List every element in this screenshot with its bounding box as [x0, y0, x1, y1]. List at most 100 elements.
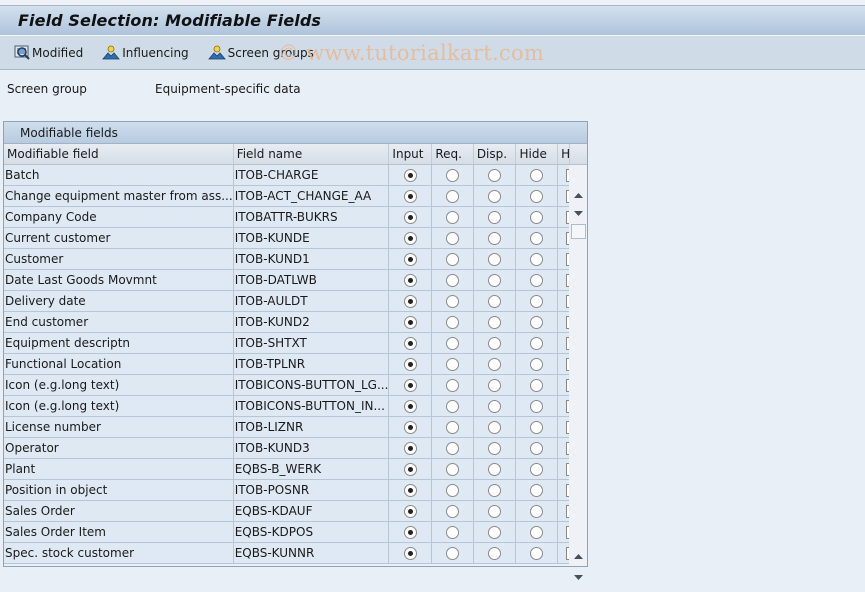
- field-name-cell[interactable]: ITOB-TPLNR: [233, 353, 390, 375]
- input-radio[interactable]: [403, 337, 417, 350]
- disp-radio[interactable]: [488, 295, 502, 308]
- hide-radio[interactable]: [530, 484, 544, 497]
- table-row[interactable]: Company Code ITOBATTR-BUKRS: [4, 206, 587, 228]
- hide-radio[interactable]: [530, 232, 544, 245]
- field-name-cell[interactable]: ITOB-ACT_CHANGE_AA: [233, 185, 390, 207]
- modifiable-field-cell[interactable]: Date Last Goods Movmnt: [4, 269, 234, 291]
- input-radio[interactable]: [403, 190, 417, 203]
- hide-radio[interactable]: [530, 379, 544, 392]
- field-name-cell[interactable]: ITOB-LIZNR: [233, 416, 390, 438]
- modifiable-field-cell[interactable]: Customer: [4, 248, 234, 270]
- hide-radio[interactable]: [530, 400, 544, 413]
- column-header-hide[interactable]: Hide: [515, 144, 559, 165]
- req-radio[interactable]: [446, 169, 460, 182]
- field-name-cell[interactable]: ITOB-KUND2: [233, 311, 390, 333]
- hide-radio[interactable]: [530, 274, 544, 287]
- modifiable-field-cell[interactable]: Operator: [4, 437, 234, 459]
- hide-radio[interactable]: [530, 316, 544, 329]
- req-radio[interactable]: [446, 190, 460, 203]
- field-name-cell[interactable]: ITOB-KUND3: [233, 437, 390, 459]
- disp-radio[interactable]: [488, 274, 502, 287]
- table-row[interactable]: Plant EQBS-B_WERK: [4, 458, 587, 480]
- hide-radio[interactable]: [530, 253, 544, 266]
- input-radio[interactable]: [403, 505, 417, 518]
- disp-radio[interactable]: [488, 400, 502, 413]
- field-name-cell[interactable]: EQBS-KUNNR: [233, 542, 390, 564]
- scroll-up-button[interactable]: [571, 549, 585, 563]
- scroll-up-page-button[interactable]: [571, 188, 585, 202]
- req-radio[interactable]: [446, 232, 460, 245]
- table-row[interactable]: Change equipment master from ass... ITOB-…: [4, 185, 587, 207]
- table-row[interactable]: Operator ITOB-KUND3: [4, 437, 587, 459]
- table-row[interactable]: Date Last Goods Movmnt ITOB-DATLWB: [4, 269, 587, 291]
- req-radio[interactable]: [446, 316, 460, 329]
- modifiable-field-cell[interactable]: Spec. stock customer: [4, 542, 234, 564]
- modifiable-field-cell[interactable]: Icon (e.g.long text): [4, 395, 234, 417]
- modifiable-field-cell[interactable]: Plant: [4, 458, 234, 480]
- req-radio[interactable]: [446, 295, 460, 308]
- disp-radio[interactable]: [488, 211, 502, 224]
- vertical-scrollbar[interactable]: [569, 144, 587, 580]
- field-name-cell[interactable]: ITOB-KUNDE: [233, 227, 390, 249]
- column-header-req[interactable]: Req.: [431, 144, 474, 165]
- input-radio[interactable]: [403, 274, 417, 287]
- req-radio[interactable]: [446, 274, 460, 287]
- req-radio[interactable]: [446, 337, 460, 350]
- disp-radio[interactable]: [488, 358, 502, 371]
- req-radio[interactable]: [446, 547, 460, 560]
- column-header-field-name[interactable]: Field name: [233, 144, 390, 165]
- table-row[interactable]: Functional Location ITOB-TPLNR: [4, 353, 587, 375]
- modifiable-field-cell[interactable]: Current customer: [4, 227, 234, 249]
- column-header-input[interactable]: Input: [388, 144, 433, 165]
- column-settings-button[interactable]: [569, 144, 587, 165]
- input-radio[interactable]: [403, 526, 417, 539]
- modifiable-field-cell[interactable]: Sales Order Item: [4, 521, 234, 543]
- hide-radio[interactable]: [530, 190, 544, 203]
- table-row[interactable]: Sales Order EQBS-KDAUF: [4, 500, 587, 522]
- field-name-cell[interactable]: ITOB-POSNR: [233, 479, 390, 501]
- req-radio[interactable]: [446, 211, 460, 224]
- disp-radio[interactable]: [488, 190, 502, 203]
- disp-radio[interactable]: [488, 547, 502, 560]
- table-row[interactable]: Batch ITOB-CHARGE: [4, 164, 587, 186]
- influencing-button[interactable]: Influencing: [102, 45, 189, 60]
- input-radio[interactable]: [403, 421, 417, 434]
- disp-radio[interactable]: [488, 442, 502, 455]
- input-radio[interactable]: [403, 547, 417, 560]
- field-name-cell[interactable]: ITOBICONS-BUTTON_IN...: [233, 395, 390, 417]
- modifiable-field-cell[interactable]: Functional Location: [4, 353, 234, 375]
- field-name-cell[interactable]: EQBS-B_WERK: [233, 458, 390, 480]
- input-radio[interactable]: [403, 463, 417, 476]
- field-name-cell[interactable]: EQBS-KDAUF: [233, 500, 390, 522]
- modifiable-field-cell[interactable]: Batch: [4, 164, 234, 186]
- hide-radio[interactable]: [530, 421, 544, 434]
- disp-radio[interactable]: [488, 316, 502, 329]
- field-name-cell[interactable]: EQBS-KDPOS: [233, 521, 390, 543]
- input-radio[interactable]: [403, 358, 417, 371]
- disp-radio[interactable]: [488, 232, 502, 245]
- disp-radio[interactable]: [488, 379, 502, 392]
- table-row[interactable]: Current customer ITOB-KUNDE: [4, 227, 587, 249]
- table-row[interactable]: License number ITOB-LIZNR: [4, 416, 587, 438]
- hide-radio[interactable]: [530, 547, 544, 560]
- scroll-down-page-button[interactable]: [571, 206, 585, 220]
- table-row[interactable]: Icon (e.g.long text) ITOBICONS-BUTTON_IN.…: [4, 395, 587, 417]
- scrollbar-thumb[interactable]: [571, 224, 586, 239]
- input-radio[interactable]: [403, 400, 417, 413]
- req-radio[interactable]: [446, 484, 460, 497]
- req-radio[interactable]: [446, 379, 460, 392]
- table-row[interactable]: Spec. stock customer EQBS-KUNNR: [4, 542, 587, 564]
- scroll-down-button[interactable]: [571, 570, 585, 584]
- field-name-cell[interactable]: ITOBATTR-BUKRS: [233, 206, 390, 228]
- req-radio[interactable]: [446, 442, 460, 455]
- input-radio[interactable]: [403, 169, 417, 182]
- table-row[interactable]: Icon (e.g.long text) ITOBICONS-BUTTON_LG.…: [4, 374, 587, 396]
- disp-radio[interactable]: [488, 421, 502, 434]
- field-name-cell[interactable]: ITOB-DATLWB: [233, 269, 390, 291]
- modifiable-field-cell[interactable]: Delivery date: [4, 290, 234, 312]
- input-radio[interactable]: [403, 484, 417, 497]
- req-radio[interactable]: [446, 400, 460, 413]
- modified-button[interactable]: Modified: [14, 45, 83, 60]
- table-row[interactable]: Customer ITOB-KUND1: [4, 248, 587, 270]
- input-radio[interactable]: [403, 211, 417, 224]
